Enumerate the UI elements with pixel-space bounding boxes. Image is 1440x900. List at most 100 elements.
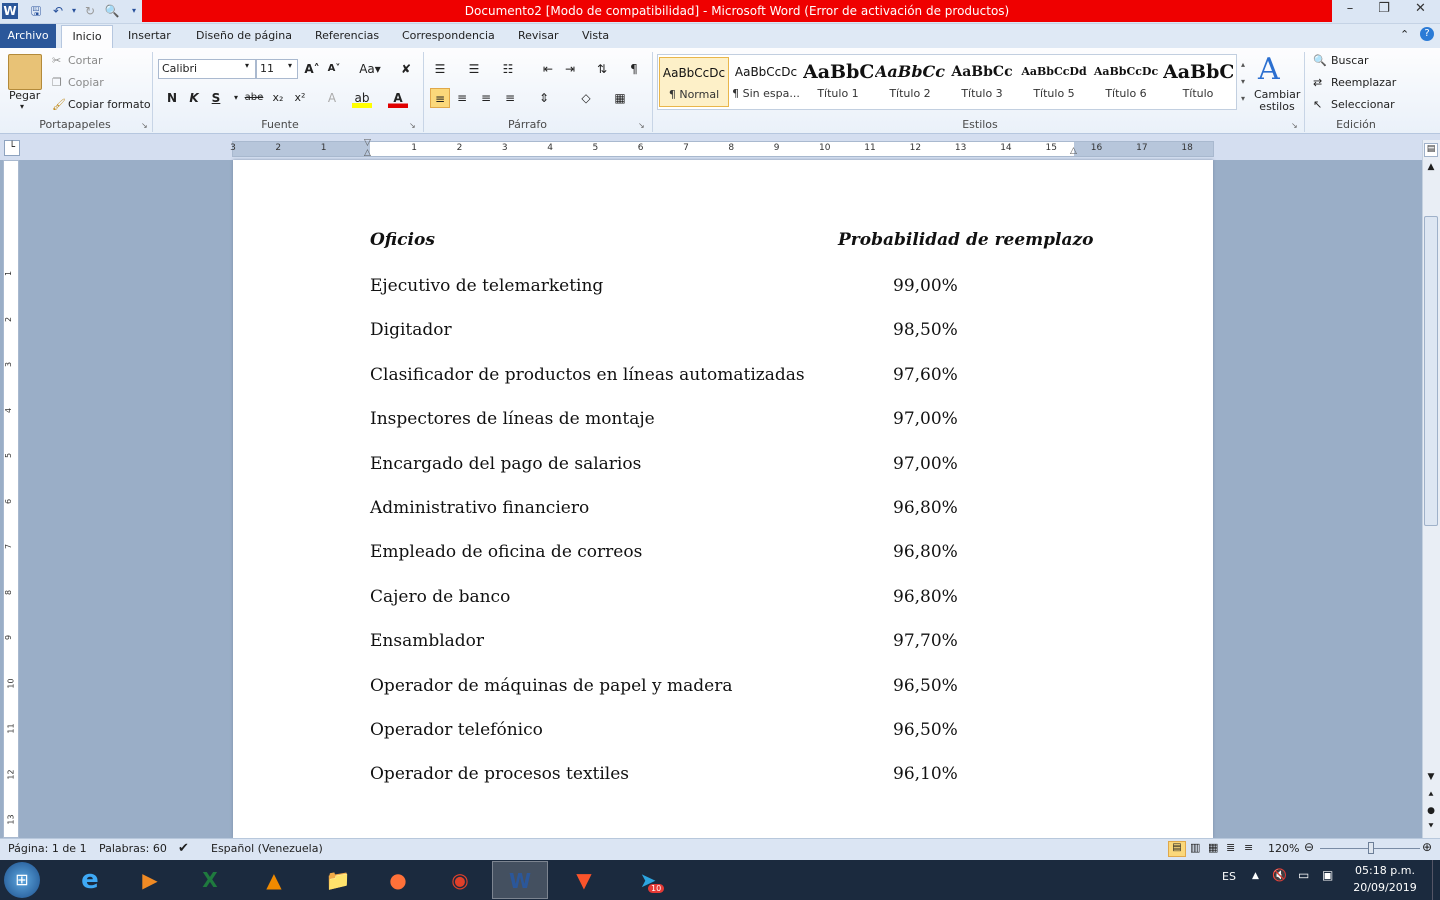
print-layout-icon[interactable]: ▤ [1168,841,1186,857]
change-styles-button[interactable]: Cambiar estilos [1254,89,1300,113]
align-center-icon[interactable]: ≡ [452,88,472,108]
network-icon[interactable]: ▣ [1322,868,1333,882]
grow-font-icon[interactable]: A˄ [302,59,322,79]
clock-date[interactable]: 20/09/2019 [1352,881,1418,894]
font-launcher-icon[interactable]: ↘ [409,121,416,130]
list-item[interactable]: Empleado de oficina de correos 96,80% [370,542,1130,564]
close-button[interactable]: ✕ [1401,0,1440,20]
list-item[interactable]: Encargado del pago de salarios 97,00% [370,454,1130,476]
volume-icon[interactable]: 🔇 [1272,868,1287,882]
paragraph-launcher-icon[interactable]: ↘ [638,121,645,130]
hanging-indent-icon[interactable]: △ [364,148,371,158]
tab-archivo[interactable]: Archivo [0,24,56,48]
zoom-out-icon[interactable]: ⊖ [1304,840,1314,854]
superscript-icon[interactable]: x² [290,88,310,108]
list-item[interactable]: Cajero de banco 96,80% [370,587,1130,609]
tab-revisar[interactable]: Revisar [508,24,568,48]
scroll-thumb[interactable] [1424,216,1438,526]
file-explorer-icon[interactable]: 📁 [310,861,366,899]
styles-launcher-icon[interactable]: ↘ [1291,121,1298,130]
draft-icon[interactable]: ≡ [1244,841,1253,854]
list-item[interactable]: Operador de procesos textiles 96,10% [370,764,1130,786]
tab-inicio[interactable]: Inicio [61,25,113,49]
list-item[interactable]: Inspectores de líneas de montaje 97,00% [370,409,1130,431]
print-preview-icon[interactable]: 🔍 [104,3,120,19]
underline-icon[interactable]: S [206,88,226,108]
align-right-icon[interactable]: ≡ [476,88,496,108]
browse-object-icon[interactable]: ● [1424,806,1438,816]
font-size-dropdown-icon[interactable]: ▾ [288,61,292,70]
bullets-icon[interactable]: ☰ [430,59,450,79]
style-titulo-3[interactable]: AaBbCc Título 3 [947,57,1017,107]
select-button[interactable]: Seleccionar [1331,98,1395,111]
font-name-dropdown-icon[interactable]: ▾ [245,61,249,70]
sort-icon[interactable]: ⇅ [592,59,612,79]
clipboard-launcher-icon[interactable]: ↘ [141,121,148,130]
numbering-icon[interactable]: ☰ [464,59,484,79]
maximize-button[interactable]: ❐ [1367,0,1401,20]
action-center-icon[interactable]: ▭ [1298,868,1309,882]
help-icon[interactable]: ? [1420,27,1434,41]
list-item[interactable]: Operador telefónico 96,50% [370,720,1130,742]
save-icon[interactable]: 🖫 [28,3,44,19]
multilevel-list-icon[interactable]: ☷ [498,59,518,79]
paste-dropdown-icon[interactable]: ▾ [20,102,24,111]
change-case-icon[interactable]: Aa▾ [356,59,384,79]
style-titulo-2[interactable]: AaBbCc Título 2 [875,57,945,107]
vertical-ruler[interactable]: 1234567891011121314 [3,160,19,870]
style-normal[interactable]: AaBbCcDc ¶ Normal [659,57,729,107]
bold-icon[interactable]: N [162,88,182,108]
horizontal-ruler[interactable]: 3 2 1 1 2 3 4 5 6 7 8 9 10 11 12 13 14 15 16 17 18 ▽ △ △ [230,138,1214,158]
word-app-icon[interactable]: W [2,3,18,19]
previous-page-icon[interactable]: ⯅ [1424,790,1438,800]
list-item[interactable]: Clasificador de productos en líneas auto… [370,365,1130,387]
web-layout-icon[interactable]: ▦ [1208,841,1218,854]
clock-time[interactable]: 05:18 p.m. [1352,864,1418,877]
brave-icon[interactable]: ▼ [556,861,612,899]
tab-correspondencia[interactable]: Correspondencia [392,24,505,48]
internet-explorer-icon[interactable]: e [62,861,118,899]
indent-marker-icon[interactable]: ▽ [364,138,371,148]
shrink-font-icon[interactable]: A˅ [324,59,344,79]
tab-insertar[interactable]: Insertar [118,24,181,48]
italic-icon[interactable]: K [184,88,204,108]
borders-icon[interactable]: ▦ [610,88,630,108]
minimize-button[interactable]: – [1333,0,1367,20]
style-titulo-5[interactable]: AaBbCcDd Título 5 [1019,57,1089,107]
firefox-icon[interactable]: ● [370,861,426,899]
language-indicator[interactable]: Español (Venezuela) [211,838,323,860]
input-language[interactable]: ES [1222,870,1236,883]
list-item[interactable]: Digitador 98,50% [370,320,1130,342]
undo-icon[interactable]: ↶ [50,3,66,19]
style-titulo-1[interactable]: AaBbC Título 1 [803,57,873,107]
customize-qat-icon[interactable]: ▾ [126,3,142,19]
scroll-down-icon[interactable]: ▼ [1424,772,1438,782]
list-item[interactable]: Ensamblador 97,70% [370,631,1130,653]
zoom-in-icon[interactable]: ⊕ [1422,840,1432,854]
redo-icon[interactable]: ↻ [82,3,98,19]
list-item[interactable]: Administrativo financiero 96,80% [370,498,1130,520]
outline-icon[interactable]: ≣ [1226,841,1235,854]
justify-icon[interactable]: ≡ [500,88,520,108]
tab-selector-icon[interactable]: └ [4,140,20,156]
font-name-combo[interactable]: Calibri [158,59,256,79]
media-player-icon[interactable]: ▶ [122,861,178,899]
show-marks-icon[interactable]: ¶ [624,59,644,79]
scroll-up-icon[interactable]: ▲ [1424,162,1438,172]
paste-button[interactable]: Pegar [9,89,40,102]
list-item[interactable]: Ejecutivo de telemarketing 99,00% [370,276,1130,298]
vlc-icon[interactable]: ▲ [246,861,302,899]
right-indent-icon[interactable]: △ [1070,146,1077,156]
highlight-icon[interactable]: ab [352,88,372,108]
shading-icon[interactable]: ◇ [576,88,596,108]
cut-button[interactable]: Cortar [68,54,103,67]
decrease-indent-icon[interactable]: ⇤ [538,59,558,79]
strikethrough-icon[interactable]: abe [242,88,266,108]
tab-vista[interactable]: Vista [572,24,619,48]
chrome-icon[interactable]: ◉ [432,861,488,899]
align-left-icon[interactable]: ≡ [430,88,450,108]
clear-format-icon[interactable]: ✘ [396,59,416,79]
show-desktop-button[interactable] [1432,860,1440,900]
style-titulo-6[interactable]: AaBbCcDc Título 6 [1091,57,1161,107]
paste-icon[interactable] [8,54,42,90]
